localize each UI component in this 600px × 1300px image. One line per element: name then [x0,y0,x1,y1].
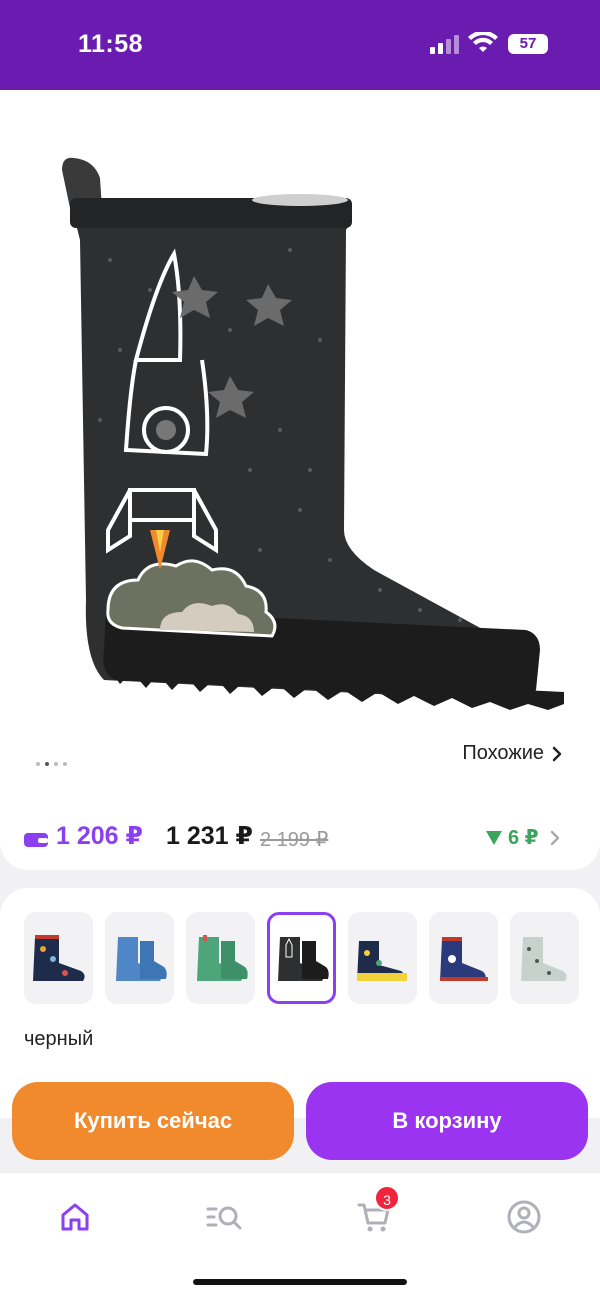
add-to-cart-button[interactable]: В корзину [306,1082,588,1160]
gallery-pagination [36,762,67,766]
color-thumb-navy-yellow[interactable] [348,912,417,1004]
cellular-signal-icon [430,34,460,59]
status-bar: 11:58 57 [0,0,600,90]
triangle-down-icon [486,830,502,845]
wallet-icon [24,833,48,847]
color-thumb-blue[interactable] [105,912,174,1004]
color-thumb-green[interactable] [186,912,255,1004]
bonus-amount: 6 ₽ [508,827,539,849]
boot-thumbnail [115,937,167,981]
back-button[interactable] [14,112,62,160]
pagination-dot [36,762,40,766]
nav-profile[interactable] [500,1193,548,1241]
color-thumbnails [24,912,579,1004]
boot-thumbnail [356,941,407,981]
boot-thumbnail [520,937,567,981]
action-bar: Купить сейчас В корзину [0,1080,600,1166]
nav-home[interactable] [51,1193,99,1241]
price-row[interactable]: 1 206 ₽ 1 231 ₽ 2 199 ₽ 6 ₽ [0,810,600,870]
chevron-right-icon [550,830,560,846]
similar-label: Похожие [462,742,544,764]
cart-badge: 3 [374,1185,400,1211]
card-price: 1 206 ₽ [56,822,143,850]
boot-thumbnail [196,935,248,981]
nav-catalog[interactable] [200,1193,248,1241]
chevron-left-icon [29,119,48,153]
product-image [62,157,564,710]
share-button[interactable] [538,110,586,158]
color-thumb-grey-print[interactable] [510,912,579,1004]
wifi-icon [468,30,498,59]
status-time: 11:58 [78,30,144,58]
current-price: 1 231 ₽ [166,822,253,850]
product-gallery[interactable]: Похожие 1 206 ₽ 1 231 ₽ 2 199 ₽ 6 ₽ [0,90,600,870]
pagination-dot [63,762,67,766]
bottom-navigation: 3 [0,1172,600,1300]
color-thumb-navy-red[interactable] [429,912,498,1004]
catalog-search-icon [206,1206,242,1230]
buy-now-button[interactable]: Купить сейчас [12,1082,294,1160]
boot-thumbnail [439,937,488,981]
old-price: 2 199 ₽ [260,829,329,851]
selected-color-name: черный [24,1028,94,1050]
share-icon [548,115,576,152]
bonus-value: 6 ₽ [486,825,539,850]
boot-thumbnail [32,935,85,981]
heart-icon [468,120,504,151]
pagination-dot [54,762,58,766]
color-thumb-black-selected[interactable] [267,912,336,1004]
chevron-right-icon [552,746,562,761]
color-thumb-navy-print[interactable] [24,912,93,1004]
home-icon [61,1203,89,1231]
battery-indicator: 57 [508,34,548,54]
boot-thumbnail [277,937,329,981]
home-indicator [193,1279,407,1285]
similar-link[interactable]: Похожие [462,742,562,765]
profile-icon [507,1200,541,1234]
pagination-dot-active [45,762,49,766]
nav-cart[interactable]: 3 [350,1185,400,1241]
favorite-button[interactable] [462,112,510,160]
